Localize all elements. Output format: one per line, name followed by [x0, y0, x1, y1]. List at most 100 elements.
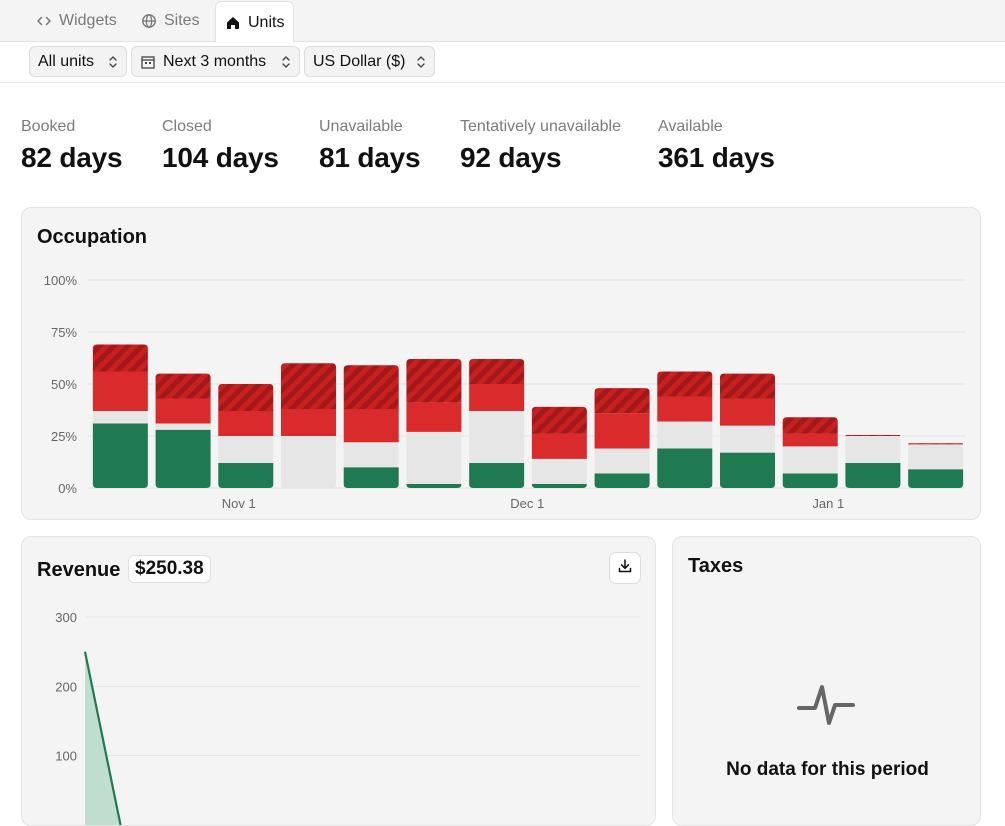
occupation-chart: 0% 25% 50% 75% 100% Nov 1 Dec 1 Jan 1 [44, 273, 966, 511]
y-tick-label: 100% [44, 273, 78, 288]
bar-segment-booked [343, 467, 399, 488]
bar-segment-unavailable [657, 396, 713, 422]
bar-segment-unavailable [155, 398, 211, 424]
calendar-icon [141, 55, 155, 74]
x-tick-label: Dec 1 [510, 496, 544, 511]
bar-segment-booked [406, 483, 462, 488]
revenue-chart: 100 200 300 [55, 610, 640, 825]
stat-value: 81 days [319, 142, 421, 173]
bar-segment-available [782, 446, 838, 474]
taxes-card: Taxes No data for this period [672, 536, 981, 826]
bar-segment-available [406, 431, 462, 484]
bar-segment-unavailable [594, 413, 650, 449]
bar-segment-booked [908, 469, 964, 488]
bar-segment-available [845, 436, 901, 464]
home-icon [225, 15, 241, 31]
bar-segment-unavailable [406, 402, 462, 432]
stat-booked: Booked 82 days [21, 118, 123, 174]
date-range-select[interactable]: Next 3 months [131, 46, 300, 77]
bar-segment-booked [92, 423, 148, 488]
stat-closed: Closed 104 days [162, 118, 279, 174]
bar-segment-booked [155, 429, 211, 488]
stat-available: Available 361 days [658, 118, 775, 174]
bar-segment-available [155, 423, 211, 430]
bar-segment-unavailable [218, 411, 274, 436]
bar-segment-booked [845, 463, 901, 488]
bar-segment-unavailable [281, 408, 336, 436]
filter-bar: All units Next 3 months US Dollar ($) [0, 42, 1005, 83]
bar-segment-tentative [908, 443, 964, 445]
bar-segment-booked [657, 448, 713, 488]
stat-label: Tentatively unavailable [460, 118, 621, 135]
bar-segment-booked [218, 463, 274, 488]
bar-segment-unavailable [720, 398, 775, 426]
tab-widgets[interactable]: Widgets [36, 0, 117, 42]
stat-unavailable: Unavailable 81 days [319, 118, 421, 174]
tab-label: Units [248, 13, 285, 31]
stat-label: Booked [21, 118, 76, 135]
tab-label: Sites [164, 12, 200, 29]
stat-tentatively-unavailable: Tentatively unavailable 92 days [460, 118, 621, 174]
bar-segment-unavailable [782, 433, 838, 447]
bar-segment-tentative [343, 365, 399, 409]
y-tick-label: 25% [51, 429, 77, 444]
bar-segment-available [594, 448, 650, 474]
stat-label: Available [658, 118, 723, 135]
y-tick-label: 50% [51, 377, 77, 392]
bar-segment-available [469, 411, 525, 464]
stat-label: Closed [162, 118, 212, 135]
bar-segment-available [720, 425, 775, 453]
units-select[interactable]: All units [29, 46, 127, 77]
bar-segment-tentative [657, 371, 713, 397]
bar-segment-booked [469, 463, 525, 488]
tab-bar: Widgets Sites Units [0, 0, 1005, 43]
stat-value: 361 days [658, 142, 775, 173]
bar-segment-available [531, 458, 587, 484]
y-tick-label: 300 [55, 610, 77, 625]
bar-segment-available [218, 436, 274, 464]
units-select-value: All units [38, 52, 95, 70]
revenue-card: Revenue $250.38 100 200 300 [21, 536, 656, 826]
tab-label: Widgets [59, 12, 117, 29]
bar-segment-tentative [218, 384, 274, 412]
bar-segment-booked [531, 483, 587, 488]
bar-segment-tentative [406, 359, 462, 403]
bar-segment-unavailable [343, 408, 399, 443]
bar-segment-booked [720, 452, 775, 488]
bar-segment-booked [782, 473, 838, 488]
pulse-icon [796, 683, 856, 732]
bar-segment-available [281, 436, 336, 488]
code-icon [36, 13, 52, 29]
tab-units[interactable]: Units [215, 1, 294, 43]
stat-value: 104 days [162, 142, 279, 173]
bar-segment-available [343, 442, 399, 468]
bar-segment-tentative [469, 359, 525, 384]
taxes-title: Taxes [688, 555, 744, 577]
globe-icon [141, 13, 157, 29]
y-tick-label: 100 [55, 749, 77, 764]
stat-label: Unavailable [319, 118, 403, 135]
x-tick-label: Jan 1 [812, 496, 844, 511]
bar-segment-tentative [720, 373, 775, 399]
bar-segment-tentative [845, 434, 901, 436]
bar-segment-booked [594, 473, 650, 488]
x-tick-label: Nov 1 [222, 496, 256, 511]
bar-segment-tentative [92, 344, 148, 372]
chevron-updown-icon [281, 55, 291, 74]
stat-value: 92 days [460, 142, 562, 173]
bar-segment-unavailable [469, 384, 525, 412]
y-tick-label: 200 [55, 679, 77, 694]
bar-segment-tentative [531, 406, 587, 434]
tab-sites[interactable]: Sites [141, 0, 200, 42]
bar-segment-unavailable [92, 371, 148, 412]
bar-segment-available [657, 421, 713, 449]
currency-select[interactable]: US Dollar ($) [304, 46, 435, 77]
bar-segment-available [908, 444, 964, 470]
y-tick-label: 0% [58, 481, 77, 496]
bar-segment-unavailable [531, 433, 587, 459]
y-tick-label: 75% [51, 325, 77, 340]
empty-state-message: No data for this period [726, 759, 929, 780]
stat-value: 82 days [21, 142, 123, 173]
occupation-card: Occupation 0% 25% 50% 75% 100% Nov 1 Dec 1 Jan… [21, 207, 981, 520]
chevron-updown-icon [416, 55, 426, 74]
